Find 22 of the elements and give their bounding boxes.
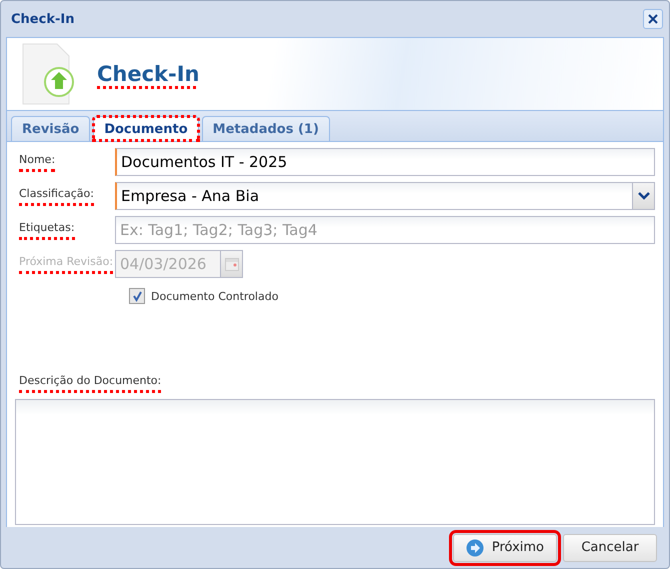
chevron-down-icon [638, 192, 650, 200]
dropdown-field[interactable]: Empresa - Ana Bia [115, 182, 633, 210]
input-field[interactable]: Documentos IT - 2025 [115, 148, 655, 176]
cancel-button[interactable]: Cancelar [563, 534, 657, 562]
tab[interactable]: Metadados (1) [202, 116, 330, 141]
close-button[interactable] [643, 9, 663, 29]
calendar-icon [224, 258, 238, 270]
dialog-heading: Check-In [97, 62, 200, 86]
field-label: Etiquetas: [19, 220, 75, 240]
field-label: Classificação: [19, 186, 94, 206]
tab[interactable]: Revisão [11, 116, 90, 141]
check-icon [132, 290, 142, 302]
input-field[interactable]: Ex: Tag1; Tag2; Tag3; Tag4 [115, 216, 655, 244]
field-label: Nome: [19, 152, 56, 172]
close-icon [647, 13, 659, 25]
tab[interactable]: Documento [93, 116, 199, 141]
arrow-right-icon [466, 538, 484, 556]
window-title: Check-In [11, 12, 74, 26]
dropdown-button[interactable] [633, 182, 655, 210]
checkbox-label: Documento Controlado [151, 290, 278, 302]
field-label: Descrição do Documento: [19, 374, 162, 393]
checkbox[interactable] [129, 288, 145, 304]
